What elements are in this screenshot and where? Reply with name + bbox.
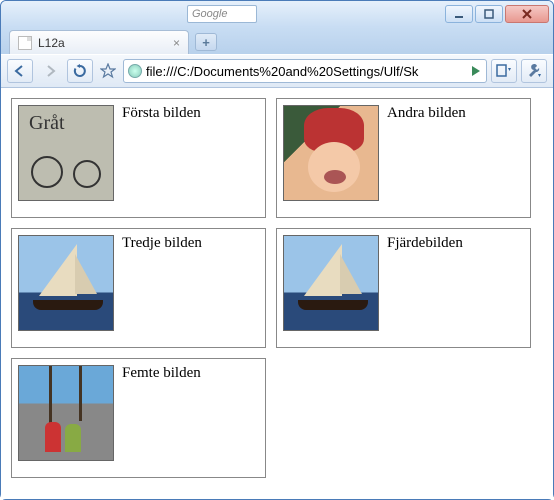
image-card: Femte bilden (11, 358, 266, 478)
forward-button[interactable] (37, 59, 63, 83)
url-bar[interactable] (123, 59, 487, 83)
caption: Första bilden (122, 105, 201, 122)
thumbnail (283, 105, 379, 201)
caption: Andra bilden (387, 105, 466, 122)
caption: Fjärdebilden (387, 235, 463, 252)
thumbnail (18, 105, 114, 201)
image-card: Första bilden (11, 98, 266, 218)
search-box[interactable]: Google (187, 5, 257, 23)
toolbar (1, 54, 553, 88)
page-icon (18, 36, 32, 50)
image-card: Andra bilden (276, 98, 531, 218)
tab-close-icon[interactable]: × (173, 36, 180, 50)
thumbnail (18, 365, 114, 461)
reload-button[interactable] (67, 59, 93, 83)
page-menu-button[interactable] (491, 59, 517, 83)
wrench-menu-button[interactable] (521, 59, 547, 83)
chrome-window: Google L12a × + (0, 0, 554, 500)
caption: Tredje bilden (122, 235, 202, 252)
tab-title: L12a (38, 36, 65, 50)
page-content: Första bilden Andra bilden Tredje bilden… (1, 88, 553, 499)
globe-icon (128, 64, 142, 78)
back-button[interactable] (7, 59, 33, 83)
titlebar: Google (1, 1, 553, 27)
go-icon[interactable] (470, 65, 482, 77)
caption: Femte bilden (122, 365, 201, 382)
minimize-button[interactable] (445, 5, 473, 23)
window-controls (445, 5, 549, 23)
bookmark-star-icon[interactable] (97, 60, 119, 82)
tab[interactable]: L12a × (9, 30, 189, 54)
close-button[interactable] (505, 5, 549, 23)
tab-bar: L12a × + (1, 27, 553, 54)
image-card: Tredje bilden (11, 228, 266, 348)
maximize-button[interactable] (475, 5, 503, 23)
image-card: Fjärdebilden (276, 228, 531, 348)
url-input[interactable] (146, 64, 466, 79)
thumbnail (18, 235, 114, 331)
thumbnail (283, 235, 379, 331)
new-tab-button[interactable]: + (195, 33, 217, 51)
